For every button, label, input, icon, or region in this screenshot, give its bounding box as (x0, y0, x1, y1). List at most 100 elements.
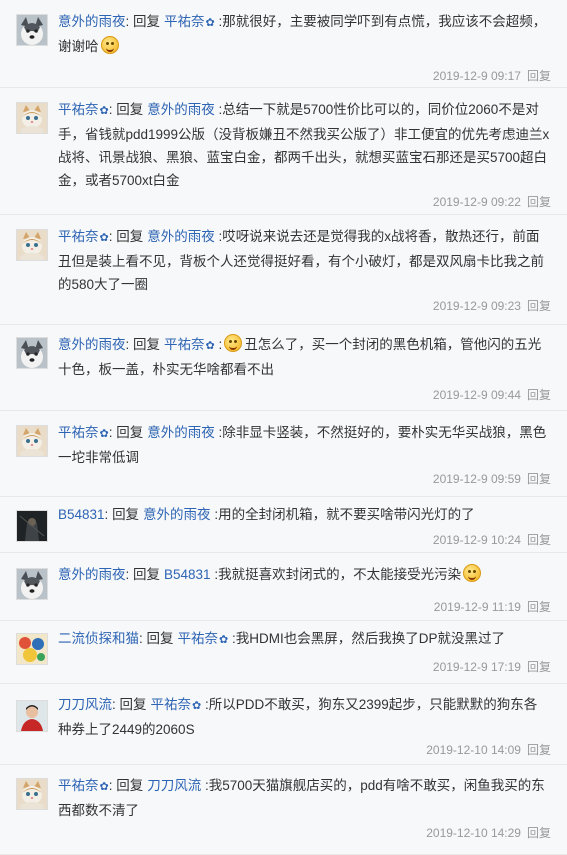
comment-timestamp: 2019-12-9 09:22 (432, 195, 521, 209)
comment-meta: 2019-12-10 14:09 回复 (426, 741, 551, 758)
separator: : (228, 631, 236, 646)
comment-meta: 2019-12-9 11:19 回复 (434, 598, 551, 615)
avatar[interactable] (16, 633, 48, 665)
reply-target-username[interactable]: 平祐奈 (178, 631, 219, 646)
reply-label: 回复 (146, 631, 174, 646)
reply-target-username[interactable]: 平祐奈 (151, 697, 192, 712)
reply-button[interactable]: 回复 (527, 743, 551, 757)
comment-username[interactable]: 平祐奈 (58, 778, 99, 793)
separator: : (214, 337, 223, 352)
flower-badge-icon: ✿ (205, 340, 215, 352)
comment-username[interactable]: 平祐奈 (58, 102, 99, 117)
avatar[interactable] (16, 568, 48, 600)
comment-timestamp: 2019-12-9 10:24 (432, 533, 521, 547)
reply-button[interactable]: 回复 (527, 533, 551, 547)
comment-timestamp: 2019-12-9 09:23 (432, 299, 521, 313)
comment-body: B54831: 回复 意外的雨夜 :用的全封闭机箱，就不要买啥带闪光灯的了 (58, 503, 550, 526)
comment-text: 我就挺喜欢封闭式的，不太能接受光污染 (218, 567, 462, 582)
reply-button[interactable]: 回复 (527, 826, 551, 840)
comment-username[interactable]: B54831 (58, 507, 105, 522)
separator: : (125, 567, 134, 582)
reply-label: 回复 (116, 778, 144, 793)
comment-body: 刀刀风流: 回复 平祐奈✿ :所以PDD不敢买，狗东又2399起步，只能默默的狗东… (58, 693, 550, 741)
comment-username[interactable]: 平祐奈 (58, 425, 99, 440)
reply-label: 回复 (112, 507, 140, 522)
comment-text: 我HDMI也会黑屏，然后我换了DP就没黑过了 (235, 631, 505, 646)
comment-item: 平祐奈✿: 回复 意外的雨夜 :除非显卡竖装，不然挺好的，要朴实无华买战狼，黑色一… (0, 411, 567, 497)
comment-meta: 2019-12-9 09:17 回复 (433, 67, 551, 84)
comment-username[interactable]: 二流侦探和猫 (58, 631, 139, 646)
reply-label: 回复 (119, 697, 147, 712)
separator: : (104, 507, 113, 522)
avatar[interactable] (16, 14, 48, 46)
comment-timestamp: 2019-12-9 11:19 (433, 600, 521, 614)
separator: : (210, 567, 219, 582)
comment-timestamp: 2019-12-9 17:19 (432, 660, 521, 674)
reply-target-username[interactable]: 意外的雨夜 (143, 507, 211, 522)
separator: : (201, 778, 209, 793)
reply-button[interactable]: 回复 (527, 388, 551, 402)
comment-item: B54831: 回复 意外的雨夜 :用的全封闭机箱，就不要买啥带闪光灯的了 2019… (0, 497, 567, 553)
comment-list: 意外的雨夜: 回复 平祐奈✿ :那就很好，主要被同学吓到有点慌，我应该不会超频，谢… (0, 0, 567, 855)
comment-body: 平祐奈✿: 回复 刀刀风流 :我5700天猫旗舰店买的，pdd有啥不敢买，闲鱼我买… (58, 774, 550, 822)
comment-timestamp: 2019-12-10 14:29 (426, 826, 521, 840)
separator: : (125, 14, 134, 29)
reply-button[interactable]: 回复 (527, 600, 551, 614)
avatar[interactable] (16, 425, 48, 457)
comment-item: 平祐奈✿: 回复 意外的雨夜 :哎呀说来说去还是觉得我的x战将香，散热还行，前面丑… (0, 215, 567, 325)
reply-button[interactable]: 回复 (527, 69, 551, 83)
comment-meta: 2019-12-9 09:44 回复 (433, 386, 551, 403)
avatar[interactable] (16, 229, 48, 261)
reply-target-username[interactable]: 平祐奈 (164, 337, 205, 352)
reply-button[interactable]: 回复 (527, 299, 551, 313)
comment-username[interactable]: 意外的雨夜 (58, 14, 126, 29)
reply-button[interactable]: 回复 (527, 660, 551, 674)
comment-username[interactable]: 意外的雨夜 (58, 337, 126, 352)
reply-label: 回复 (133, 567, 161, 582)
comment-meta: 2019-12-9 10:24 回复 (433, 531, 551, 548)
flower-badge-icon: ✿ (99, 232, 109, 244)
comment-body: 意外的雨夜: 回复 B54831 :我就挺喜欢封闭式的，不太能接受光污染 (58, 563, 550, 586)
comment-username[interactable]: 刀刀风流 (58, 697, 112, 712)
smiley-emoji-icon (224, 334, 243, 352)
reply-target-username[interactable]: 意外的雨夜 (147, 425, 215, 440)
avatar[interactable] (16, 510, 48, 542)
reply-label: 回复 (133, 14, 161, 29)
comment-meta: 2019-12-9 09:22 回复 (433, 193, 551, 210)
comment-item: 刀刀风流: 回复 平祐奈✿ :所以PDD不敢买，狗东又2399起步，只能默默的狗东… (0, 684, 567, 765)
separator: : (210, 507, 219, 522)
flower-badge-icon: ✿ (99, 781, 109, 793)
comment-item: 平祐奈✿: 回复 刀刀风流 :我5700天猫旗舰店买的，pdd有啥不敢买，闲鱼我买… (0, 765, 567, 855)
comment-item: 意外的雨夜: 回复 平祐奈✿ :那就很好，主要被同学吓到有点慌，我应该不会超频，谢… (0, 0, 567, 88)
comment-meta: 2019-12-10 14:29 回复 (426, 824, 551, 841)
comment-item: 二流侦探和猫: 回复 平祐奈✿ :我HDMI也会黑屏，然后我换了DP就没黑过了 20… (0, 621, 567, 684)
comment-timestamp: 2019-12-10 14:09 (426, 743, 521, 757)
reply-target-username[interactable]: 意外的雨夜 (147, 102, 215, 117)
avatar[interactable] (16, 102, 48, 134)
flower-badge-icon: ✿ (99, 105, 109, 117)
separator: : (112, 697, 120, 712)
reply-label: 回复 (116, 102, 144, 117)
avatar[interactable] (16, 778, 48, 810)
comment-timestamp: 2019-12-9 09:17 (432, 69, 521, 83)
comment-username[interactable]: 平祐奈 (58, 229, 99, 244)
reply-target-username[interactable]: 刀刀风流 (147, 778, 201, 793)
comment-body: 平祐奈✿: 回复 意外的雨夜 :除非显卡竖装，不然挺好的，要朴实无华买战狼，黑色一… (58, 421, 550, 469)
reply-label: 回复 (133, 337, 161, 352)
comment-username[interactable]: 意外的雨夜 (58, 567, 126, 582)
reply-target-username[interactable]: 平祐奈 (164, 14, 205, 29)
avatar[interactable] (16, 337, 48, 369)
reply-target-username[interactable]: 意外的雨夜 (147, 229, 215, 244)
reply-button[interactable]: 回复 (527, 472, 551, 486)
separator: : (201, 697, 209, 712)
reply-target-username[interactable]: B54831 (164, 567, 211, 582)
avatar[interactable] (16, 700, 48, 732)
comment-item: 意外的雨夜: 回复 B54831 :我就挺喜欢封闭式的，不太能接受光污染 2019-… (0, 553, 567, 621)
comment-timestamp: 2019-12-9 09:44 (432, 388, 521, 402)
reply-button[interactable]: 回复 (527, 195, 551, 209)
comment-item: 平祐奈✿: 回复 意外的雨夜 :总结一下就是5700性价比可以的，同价位2060不… (0, 88, 567, 215)
comment-timestamp: 2019-12-9 09:59 (432, 472, 521, 486)
flower-badge-icon: ✿ (219, 634, 229, 646)
reply-label: 回复 (116, 425, 144, 440)
comment-body: 二流侦探和猫: 回复 平祐奈✿ :我HDMI也会黑屏，然后我换了DP就没黑过了 (58, 627, 550, 652)
